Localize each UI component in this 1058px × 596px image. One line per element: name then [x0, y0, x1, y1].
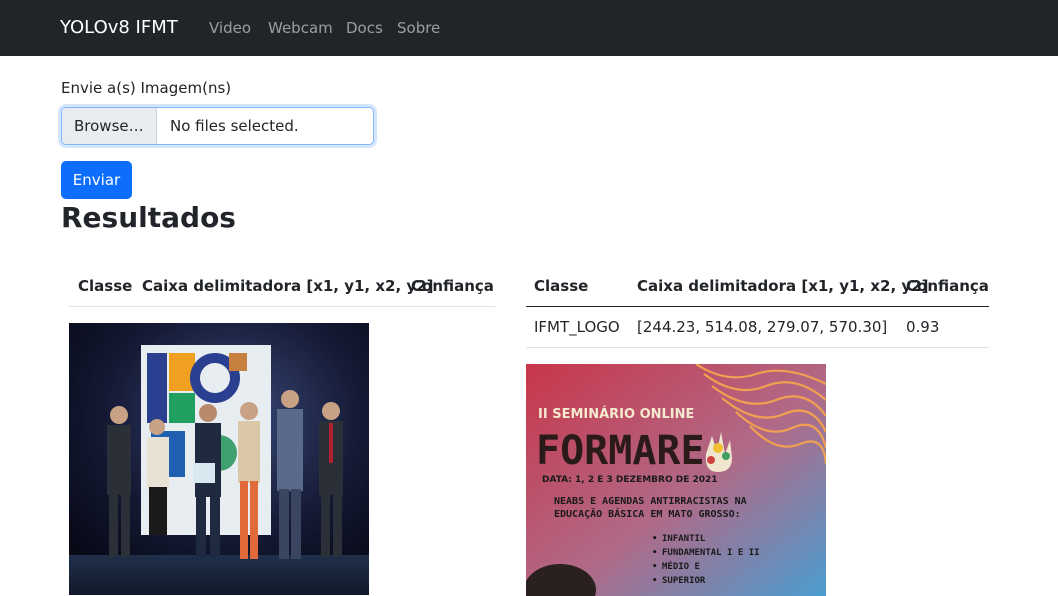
nav-link-video[interactable]: Video	[209, 19, 251, 37]
result-image-2: II SEMINÁRIO ONLINE FORMARE DATA: 1, 2 E…	[526, 364, 826, 596]
poster-bullet-dot: •	[652, 576, 657, 586]
table-2-cell-bbox: [244.23, 514.08, 279.07, 570.30]	[637, 318, 888, 336]
poster-title-line: II SEMINÁRIO ONLINE	[538, 406, 694, 422]
poster-bullet-4: SUPERIOR	[662, 576, 706, 586]
nav-link-webcam[interactable]: Webcam	[268, 19, 333, 37]
poster-big-title: FORMARE	[536, 428, 705, 474]
poster-subtitle-1: NEABS E AGENDAS ANTIRRACISTAS NA	[554, 496, 747, 507]
table-1-header-classe: Classe	[78, 277, 133, 295]
browse-button[interactable]: Browse…	[62, 108, 157, 144]
table-2-row-divider	[526, 347, 989, 348]
table-2-header-bbox: Caixa delimitadora [x1, y1, x2, y2]	[637, 277, 929, 295]
poster-date-line: DATA: 1, 2 E 3 DEZEMBRO DE 2021	[542, 475, 718, 485]
submit-button[interactable]: Enviar	[61, 161, 132, 199]
nav-link-docs[interactable]: Docs	[346, 19, 383, 37]
navbar-brand[interactable]: YOLOv8 IFMT	[60, 17, 178, 38]
table-1-header-bbox: Caixa delimitadora [x1, y1, x2, y2]	[142, 277, 434, 295]
poster-subtitle-2: EDUCAÇÃO BÁSICA EM MATO GROSSO:	[554, 507, 741, 520]
upload-label: Envie a(s) Imagem(ns)	[61, 79, 232, 97]
table-2-header-divider	[526, 306, 989, 307]
poster-bullet-dot: •	[652, 534, 657, 544]
table-2-cell-confianca: 0.93	[906, 318, 940, 336]
file-input[interactable]: Browse… No files selected.	[61, 107, 374, 145]
table-2-cell-classe: IFMT_LOGO	[534, 318, 620, 336]
poster-bullet-3: MÉDIO E	[662, 560, 700, 572]
poster-bullet-1: INFANTIL	[662, 534, 706, 544]
poster-bullet-dot: •	[652, 548, 657, 558]
file-status-text: No files selected.	[170, 117, 299, 135]
poster-bullet-dot: •	[652, 562, 657, 572]
results-heading: Resultados	[61, 201, 236, 234]
table-2-header-confianca: Confiança	[906, 277, 989, 295]
table-1-header-confianca: Confiança	[411, 277, 494, 295]
nav-link-sobre[interactable]: Sobre	[397, 19, 440, 37]
table-2-header-classe: Classe	[534, 277, 589, 295]
navbar: YOLOv8 IFMT Video Webcam Docs Sobre	[0, 0, 1058, 56]
result-image-1	[69, 323, 369, 595]
table-1-header-divider	[69, 306, 495, 307]
poster-bullet-2: FUNDAMENTAL I E II	[662, 548, 760, 558]
